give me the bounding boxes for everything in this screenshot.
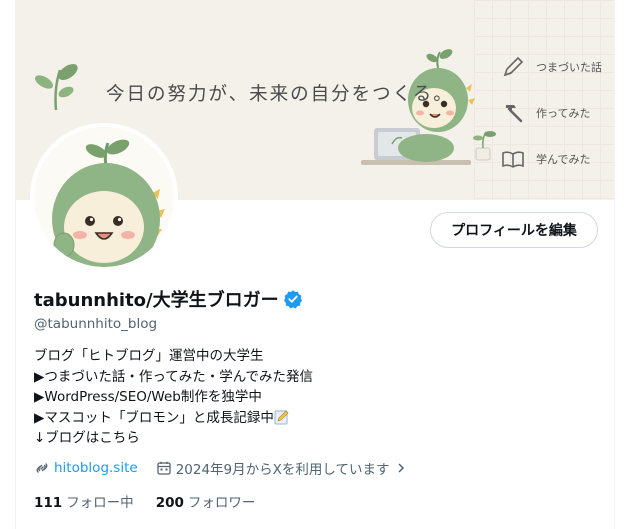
banner-menu-item-stumble: つまづいた話 [500, 44, 602, 90]
following-label: フォロー中 [66, 495, 134, 511]
banner-menu-item-learned: 学んでみた [500, 136, 602, 182]
chevron-right-icon [398, 463, 405, 473]
bio-line: ブログ「ヒトブログ」運営中の大学生 [34, 348, 264, 364]
bio-line-with-emoji: ▶マスコット「ブロモン」と成長記録中 [34, 408, 313, 429]
sprout-icon [34, 64, 78, 111]
followers-label: フォロワー [187, 495, 256, 511]
banner-menu-item-made: 作ってみた [500, 90, 602, 136]
follow-stats: 111 フォロー中 200 フォロワー [34, 491, 277, 511]
calendar-icon [157, 461, 171, 475]
banner-tagline: 今日の努力が、未来の自分をつくる。 [106, 84, 454, 105]
mascot-avatar-icon [34, 127, 174, 267]
following-count: 111 [34, 495, 63, 511]
memo-emoji-icon [274, 410, 289, 424]
pencil-icon [503, 56, 524, 77]
verified-badge-icon[interactable] [283, 289, 303, 309]
website-item: hitoblog.site [34, 460, 156, 476]
bio-line: ▶つまづいた話・作ってみた・学んでみた発信 [34, 368, 314, 385]
link-icon [36, 463, 48, 473]
banner-menu-label: 作ってみた [536, 107, 591, 120]
bio-line: ↓ブログはこちら [34, 430, 140, 446]
join-date: 2024年9月からXを利用しています [175, 462, 390, 478]
plant-pot-icon [473, 131, 496, 161]
banner-menu-label: つまづいた話 [536, 61, 602, 74]
hammer-icon [506, 105, 523, 123]
website-link[interactable]: hitoblog.site [54, 460, 138, 476]
user-handle: @tabunnhito_blog [34, 316, 158, 332]
profile-avatar[interactable] [34, 127, 174, 267]
following-link[interactable]: 111 フォロー中 [34, 491, 134, 511]
bio-line: ▶マスコット「ブロモン」と成長記録中 [34, 409, 274, 426]
display-name-row: tabunnhito/大学生ブロガー [34, 286, 303, 312]
profile-page: 今日の努力が、未来の自分をつくる。 つまづいた話 作ってみた 学んでみた プロフ… [15, 0, 615, 529]
banner-menu-label: 学んでみた [536, 153, 591, 166]
profile-bio: ブログ「ヒトブログ」運営中の大学生 ▶つまづいた話・作ってみた・学んでみた発信 … [34, 346, 313, 449]
edit-profile-button[interactable]: プロフィールを編集 [430, 212, 598, 248]
followers-link[interactable]: 200 フォロワー [156, 491, 256, 511]
book-icon [502, 151, 524, 168]
bio-line: ▶WordPress/SEO/Web制作を独学中 [34, 389, 262, 405]
display-name: tabunnhito/大学生ブロガー [34, 290, 279, 311]
join-date-item[interactable]: 2024年9月からXを利用しています [156, 458, 408, 478]
banner-menu: つまづいた話 作ってみた 学んでみた [500, 44, 602, 182]
followers-count: 200 [155, 495, 184, 511]
profile-meta: hitoblog.site 2024年9月からXを利用しています [34, 458, 407, 478]
